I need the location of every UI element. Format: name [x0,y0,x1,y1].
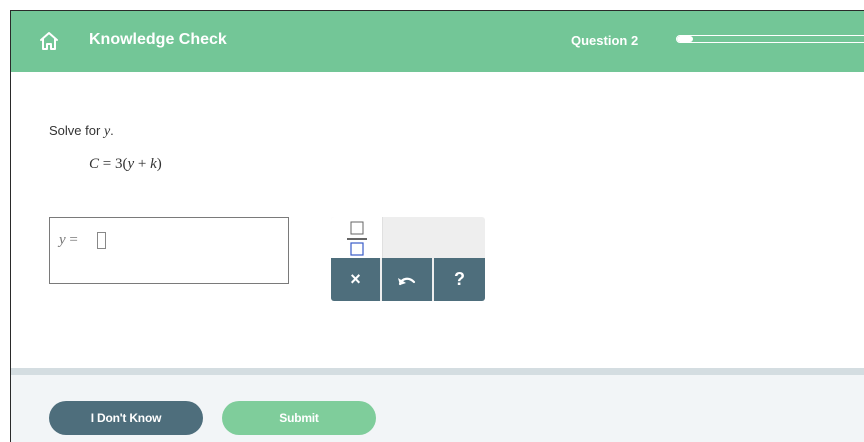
equation-var-k: k [150,156,157,172]
answer-input[interactable]: y = [49,217,289,284]
footer-bar: I Don't Know Submit [11,368,864,442]
progress-bar [676,35,864,43]
answer-equals: = [65,232,78,248]
undo-icon [397,269,417,289]
equation-lhs: C [89,156,100,172]
header-bar: Knowledge Check Question 2 [11,11,864,72]
question-number: Question 2 [571,33,639,48]
page-title: Knowledge Check [89,31,227,48]
progress-bar-fill [677,36,693,42]
equation-plus: + [134,156,151,172]
equation: C = 3(y + k) [89,156,162,173]
clear-button[interactable]: × [331,258,380,301]
answer-placeholder-slot[interactable] [97,232,106,249]
math-keypad: × ? [331,217,485,301]
help-button[interactable]: ? [434,258,485,301]
home-icon[interactable] [37,29,61,53]
question-prompt: Solve for y. [49,123,114,140]
prompt-period: . [110,123,114,138]
answer-variable: y [59,232,66,248]
app-frame: Knowledge Check Question 2 Solve for y. … [10,10,864,442]
undo-button[interactable] [382,258,432,301]
answer-lhs: y = [59,232,78,249]
equation-equals: = 3( [99,156,128,172]
submit-button[interactable]: Submit [222,401,376,435]
prompt-text: Solve for [49,123,101,138]
equation-close: ) [156,156,162,172]
fraction-template-icon[interactable] [331,217,383,258]
dont-know-button[interactable]: I Don't Know [49,401,203,435]
